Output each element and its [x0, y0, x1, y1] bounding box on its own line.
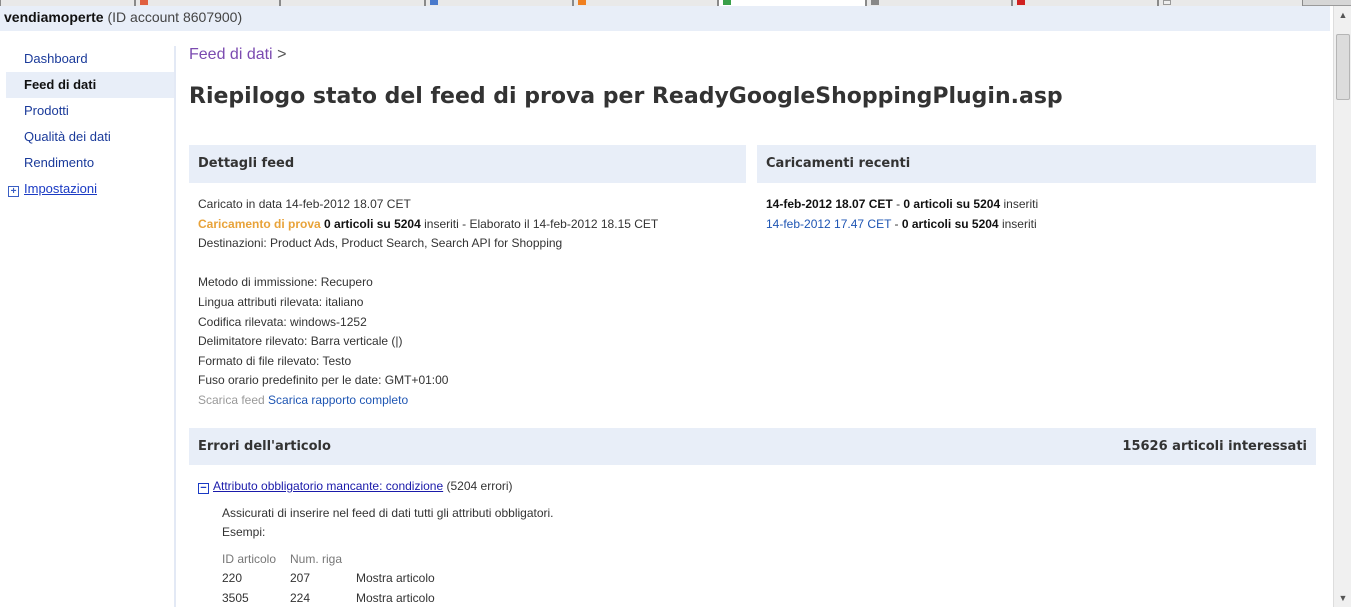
- recent-upload-count: 0 articoli su 5204: [901, 216, 999, 231]
- sidebar-item-label[interactable]: Impostazioni: [24, 181, 97, 196]
- error-title-link[interactable]: Attributo obbligatorio mancante: condizi…: [213, 479, 443, 493]
- error-entry: − Attributo obbligatorio mancante: condiz…: [189, 465, 1316, 608]
- download-links: Scarica feed Scarica rapporto completo: [198, 391, 737, 411]
- error-count: (5204 errori): [446, 479, 513, 493]
- expand-plus-icon[interactable]: +: [8, 186, 19, 197]
- scroll-down-arrow-icon[interactable]: ▼: [1336, 591, 1350, 605]
- test-upload-count: 0 articoli su 5204: [324, 216, 421, 231]
- tab-favicon-icon: [723, 0, 731, 5]
- examples-table: ID articolo Num. riga 220 207 Mostra art…: [222, 549, 444, 608]
- tab-favicon-icon: [1163, 0, 1171, 5]
- feed-details-panel: Dettagli feed Caricato in data 14-feb-20…: [189, 145, 746, 411]
- tab-favicon-icon: [1017, 0, 1025, 5]
- recent-upload-row: 14-feb-2012 18.07 CET - 0 articoli su 52…: [766, 195, 1307, 215]
- recent-upload-suffix: inseriti: [998, 216, 1037, 231]
- collapse-minus-icon[interactable]: −: [198, 483, 209, 494]
- column-header-row-num: Num. riga: [290, 551, 343, 566]
- main-content: Feed di dati > Riepilogo stato del feed …: [189, 46, 1317, 605]
- table-row: 220 207 Mostra articolo: [222, 568, 444, 588]
- examples-label: Esempi:: [222, 525, 266, 539]
- account-id: (ID account 8607900): [107, 9, 243, 25]
- default-timezone: Fuso orario predefinito per le date: GMT…: [198, 373, 449, 388]
- breadcrumb: Feed di dati >: [189, 46, 1317, 70]
- show-item-link[interactable]: Mostra articolo: [356, 568, 444, 588]
- show-item-link[interactable]: Mostra articolo: [356, 588, 444, 608]
- test-upload-rest: inseriti - Elaborato il 14-feb-2012 18.1…: [424, 216, 659, 231]
- input-method: Metodo di immissione: Recupero: [198, 275, 373, 290]
- detected-language: Lingua attributi rilevata: italiano: [198, 294, 364, 309]
- recent-upload-sep: -: [891, 216, 902, 231]
- items-affected-count: 15626 articoli interessati: [1122, 439, 1307, 454]
- item-id-cell: 220: [222, 571, 243, 585]
- tab-favicon-icon: [871, 0, 879, 5]
- page-title: Riepilogo stato del feed di prova per Re…: [189, 84, 1063, 109]
- sidebar-nav: Dashboard Feed di dati Prodotti Qualità …: [6, 46, 174, 202]
- tab-favicon-icon: [578, 0, 586, 5]
- row-num-cell: 207: [290, 571, 311, 585]
- destinations: Destinazioni: Product Ads, Product Searc…: [198, 236, 563, 251]
- test-upload-line: Caricamento di prova 0 articoli su 5204 …: [198, 215, 737, 235]
- item-errors-header: Errori dell'articolo 15626 articoli inte…: [189, 428, 1316, 465]
- recent-uploads-panel: Caricamenti recenti 14-feb-2012 18.07 CE…: [757, 145, 1316, 234]
- recent-upload-date: 14-feb-2012 18.07 CET: [766, 197, 893, 211]
- sidebar-item-feed-di-dati[interactable]: Feed di dati: [6, 72, 174, 98]
- feed-details-heading: Dettagli feed: [189, 145, 746, 183]
- download-feed-disabled: Scarica feed: [198, 392, 265, 407]
- recent-upload-suffix: inseriti: [1000, 197, 1039, 211]
- recent-upload-row: 14-feb-2012 17.47 CET - 0 articoli su 52…: [766, 215, 1307, 235]
- download-report-link[interactable]: Scarica rapporto completo: [268, 393, 408, 407]
- detected-delimiter: Delimitatore rilevato: Barra verticale (…: [198, 334, 403, 349]
- account-bar: vendiamoperte (ID account 8607900): [0, 6, 1330, 31]
- item-errors-heading: Errori dell'articolo: [198, 439, 331, 454]
- tab-favicon-icon: [140, 0, 148, 5]
- column-header-item-id: ID articolo: [222, 551, 277, 566]
- account-name: vendiamoperte: [4, 9, 104, 25]
- test-upload-label: Caricamento di prova: [198, 216, 321, 231]
- recent-uploads-heading: Caricamenti recenti: [757, 145, 1316, 183]
- recent-upload-date-link[interactable]: 14-feb-2012 17.47 CET: [766, 217, 891, 231]
- uploaded-on: Caricato in data 14-feb-2012 18.07 CET: [198, 197, 411, 211]
- detected-file-format: Formato di file rilevato: Testo: [198, 353, 352, 368]
- scroll-up-arrow-icon[interactable]: ▲: [1336, 8, 1350, 22]
- tab-favicon-icon: [430, 0, 438, 5]
- breadcrumb-link[interactable]: Feed di dati: [189, 46, 273, 63]
- item-errors-panel: Errori dell'articolo 15626 articoli inte…: [189, 428, 1316, 608]
- sidebar-item-qualita-dei-dati[interactable]: Qualità dei dati: [6, 124, 174, 150]
- recent-upload-sep: -: [892, 197, 904, 211]
- sidebar-divider: [174, 46, 176, 607]
- detected-encoding: Codifica rilevata: windows-1252: [198, 314, 367, 329]
- recent-upload-count: 0 articoli su 5204: [903, 197, 1001, 211]
- sidebar-item-prodotti[interactable]: Prodotti: [6, 98, 174, 124]
- scrollbar-thumb[interactable]: [1336, 34, 1350, 100]
- breadcrumb-separator: >: [277, 46, 287, 63]
- table-row: 3505 224 Mostra articolo: [222, 588, 444, 608]
- sidebar-item-rendimento[interactable]: Rendimento: [6, 150, 174, 176]
- row-num-cell: 224: [290, 591, 311, 605]
- vertical-scrollbar[interactable]: ▲ ▼: [1333, 6, 1351, 607]
- sidebar-item-impostazioni[interactable]: + Impostazioni: [6, 176, 174, 202]
- sidebar-item-dashboard[interactable]: Dashboard: [6, 46, 174, 72]
- error-description: Assicurati di inserire nel feed di dati …: [222, 506, 554, 520]
- item-id-cell: 3505: [222, 591, 249, 605]
